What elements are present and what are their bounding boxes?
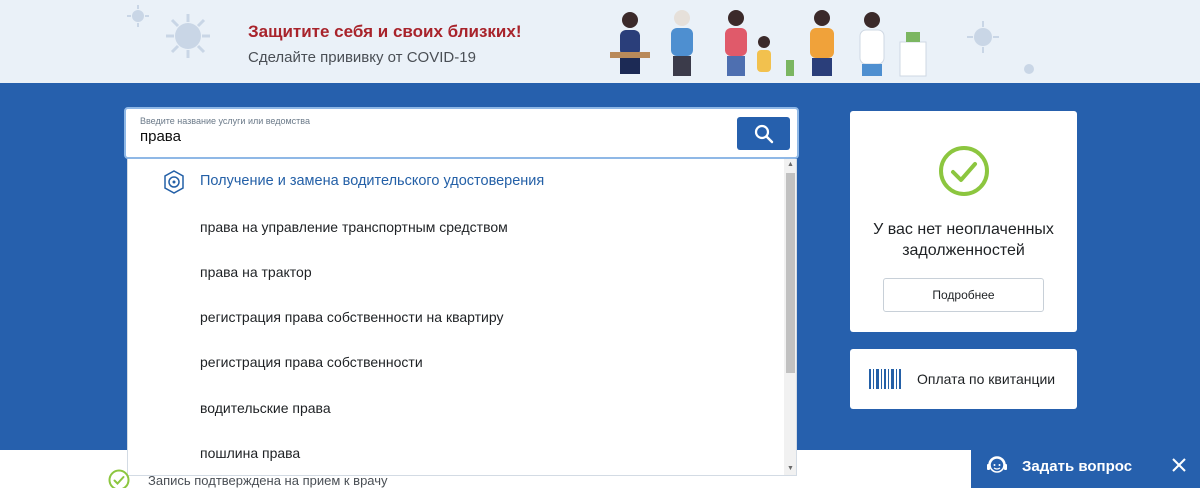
virus-icon (967, 21, 999, 53)
suggestion-item[interactable]: регистрация права собственности (200, 354, 423, 370)
search-input[interactable]: права (140, 128, 181, 145)
suggestions-scrollbar[interactable]: ▲ ▼ (784, 159, 796, 475)
search-icon (754, 124, 773, 143)
search-button[interactable] (737, 117, 790, 150)
debt-status-card: У вас нет неоплаченных задолженностей По… (850, 111, 1077, 332)
virus-icon (1024, 64, 1034, 74)
support-agent-icon (987, 456, 1007, 473)
scroll-thumb[interactable] (786, 173, 795, 373)
covid-banner[interactable]: Защитите себя и своих близких! Сделайте … (0, 0, 1200, 83)
suggestion-item[interactable]: пошлина права (200, 445, 300, 461)
close-icon[interactable] (1171, 457, 1187, 473)
vaccination-illustration (610, 10, 927, 77)
scroll-down-arrow-icon[interactable]: ▼ (787, 465, 794, 472)
ask-question-panel[interactable]: Задать вопрос (971, 445, 1200, 488)
suggestion-item[interactable]: права на управление транспортным средств… (200, 219, 508, 235)
suggestion-item[interactable]: регистрация права собственности на кварт… (200, 309, 504, 325)
search-label: Введите название услуги или ведомства (140, 116, 310, 126)
scroll-up-arrow-icon[interactable]: ▲ (787, 161, 794, 168)
suggestion-item[interactable]: водительские права (200, 400, 331, 416)
ask-question-label: Задать вопрос (1022, 458, 1133, 475)
suggestion-item-drivers-license[interactable]: Получение и замена водительского удостов… (200, 173, 544, 189)
details-button[interactable]: Подробнее (883, 278, 1044, 312)
virus-icon (127, 5, 149, 27)
banner-subtitle: Сделайте прививку от COVID-19 (248, 49, 476, 66)
debt-status-text: У вас нет неоплаченных задолженностей (873, 221, 1054, 259)
barcode-icon (869, 369, 901, 389)
steering-wheel-icon (164, 170, 184, 194)
check-circle-icon (939, 146, 989, 196)
pay-by-receipt-card[interactable]: Оплата по квитанции (850, 349, 1077, 409)
pay-by-receipt-label: Оплата по квитанции (917, 371, 1056, 387)
search-suggestions: Получение и замена водительского удостов… (127, 159, 797, 476)
search-field[interactable]: Введите название услуги или ведомства пр… (124, 107, 799, 159)
appointment-notice: Запись подтверждена на прием к врачу (148, 473, 388, 488)
banner-title: Защитите себя и своих близких! (248, 22, 522, 41)
virus-icon (166, 14, 210, 58)
suggestion-item[interactable]: права на трактор (200, 264, 312, 280)
check-circle-icon (108, 469, 130, 488)
